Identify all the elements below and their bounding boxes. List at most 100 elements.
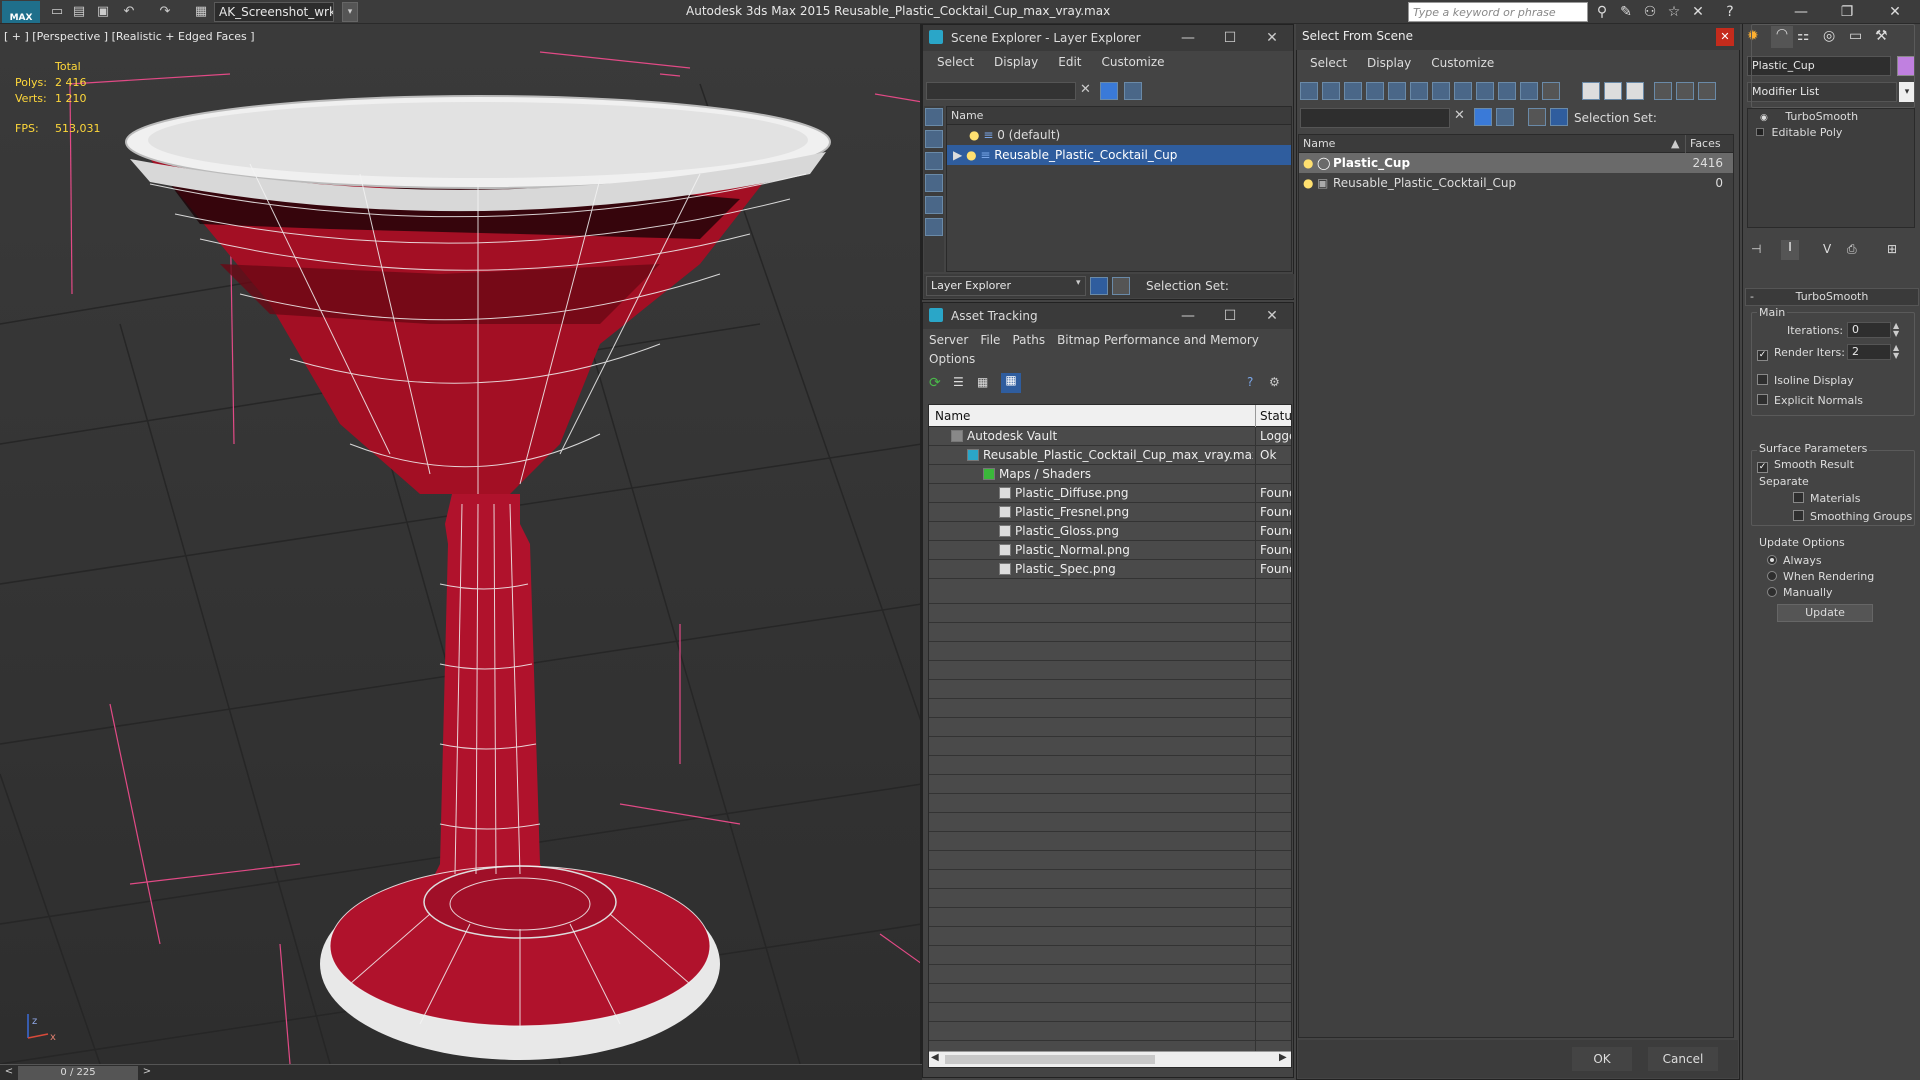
clear-search-icon[interactable]: ✕ (1080, 82, 1094, 100)
layer-mode-icon[interactable] (1528, 108, 1546, 126)
table-row[interactable]: Plastic_Fresnel.png Found (929, 503, 1291, 522)
make-unique-icon[interactable]: V (1823, 242, 1831, 256)
display-cameras-icon[interactable] (925, 218, 943, 236)
render-iters-checkbox[interactable]: ✓ (1757, 350, 1768, 361)
asset-tracking-maximize-button[interactable]: ☐ (1209, 303, 1251, 329)
materials-checkbox[interactable] (1793, 492, 1804, 503)
isoline-display-toggle[interactable]: Isoline Display (1757, 374, 1854, 387)
refresh-icon[interactable]: ⟳ (929, 375, 945, 391)
asset-tracking-title[interactable]: Asset Tracking — ☐ ✕ (923, 303, 1293, 329)
light-bulb-icon[interactable]: ◉ (1760, 113, 1768, 123)
scene-explorer-minimize-button[interactable]: — (1167, 25, 1209, 51)
table-row[interactable]: Maps / Shaders (929, 465, 1291, 484)
show-end-result-icon[interactable]: I (1781, 240, 1799, 260)
binoculars-icon[interactable]: ⚲ (1592, 3, 1612, 21)
table-row[interactable]: Plastic_Diffuse.png Found (929, 484, 1291, 503)
scene-explorer-menu-edit[interactable]: Edit (1058, 51, 1081, 73)
sfs-menu-select[interactable]: Select (1310, 52, 1347, 74)
redo-icon[interactable]: ↷ (156, 3, 174, 21)
sort-ascending-icon[interactable]: ▲ (1671, 135, 1679, 153)
scene-explorer-title[interactable]: Scene Explorer - Layer Explorer — ☐ ✕ (923, 25, 1293, 51)
sfs-column-name[interactable]: Name (1303, 135, 1335, 153)
asset-menu-paths[interactable]: Paths (1012, 329, 1045, 351)
display-helpers-icon[interactable] (1388, 82, 1406, 100)
sfs-menu-display[interactable]: Display (1367, 52, 1411, 74)
display-none-icon[interactable] (925, 108, 943, 126)
help-icon[interactable]: ? (1247, 375, 1263, 391)
display-lights-icon[interactable] (1344, 82, 1362, 100)
manually-radio[interactable] (1767, 587, 1777, 597)
layer-row-cocktail-cup[interactable]: ▶ ● ≡ Reusable_Plastic_Cocktail_Cup (947, 145, 1291, 165)
hierarchy-mode-icon[interactable] (1112, 277, 1130, 295)
iterations-spinner-arrows-icon[interactable]: ▲ ▼ (1893, 322, 1899, 338)
table-row[interactable]: ● ▣ Reusable_Plastic_Cocktail_Cup 0 (1299, 173, 1733, 193)
tools-icon[interactable]: ✎ (1616, 3, 1636, 21)
asset-tracking-minimize-button[interactable]: — (1167, 303, 1209, 329)
smooth-result-toggle[interactable]: ✓ Smooth Result (1757, 458, 1854, 473)
select-from-scene-title-bar[interactable]: Select From Scene ✕ (1296, 24, 1740, 50)
asset-tracking-close-button[interactable]: ✕ (1251, 303, 1293, 329)
display-geometry-icon[interactable] (1300, 82, 1318, 100)
save-file-icon[interactable]: ▣ (94, 3, 112, 21)
explorer-mode-dropdown[interactable]: Layer Explorer (926, 276, 1086, 296)
asset-menu-bitmap[interactable]: Bitmap Performance and Memory (1057, 329, 1259, 351)
asset-table-horizontal-scrollbar[interactable]: ◀ ▶ (929, 1051, 1291, 1067)
light-bulb-icon[interactable]: ● (966, 148, 976, 162)
display-groups-icon[interactable] (1432, 82, 1450, 100)
search-input[interactable]: Type a keyword or phrase (1408, 2, 1588, 22)
select-none-icon[interactable] (1604, 82, 1622, 100)
sfs-find-input[interactable] (1300, 108, 1450, 128)
scene-explorer-find-input[interactable] (926, 82, 1076, 100)
select-from-scene-close-button[interactable]: ✕ (1716, 28, 1734, 46)
table-view-icon[interactable]: ▦ (1001, 373, 1021, 393)
modifier-stack-item-editable-poly[interactable]: Editable Poly (1748, 125, 1914, 141)
scroll-thumb[interactable] (945, 1055, 1155, 1064)
table-row[interactable]: Plastic_Gloss.png Found (929, 522, 1291, 541)
scroll-right-icon[interactable]: ▶ (1279, 1052, 1287, 1063)
display-spacewarps-icon[interactable] (1410, 82, 1428, 100)
expand-arrow-icon[interactable]: ▶ (953, 148, 962, 162)
pin-stack-icon[interactable]: ⊣ (1751, 242, 1761, 256)
display-hidden-icon[interactable] (1542, 82, 1560, 100)
help-icon[interactable]: ? (1720, 3, 1740, 21)
workspace-dropdown-arrow-icon[interactable]: ▾ (342, 2, 358, 22)
filter-icon[interactable] (1474, 108, 1492, 126)
modifier-stack-item-turbosmooth[interactable]: ◉ TurboSmooth (1748, 109, 1914, 125)
light-bulb-icon[interactable]: ● (969, 128, 979, 142)
display-shapes-icon[interactable] (1322, 82, 1340, 100)
display-frozen-icon[interactable] (1520, 82, 1538, 100)
sfs-column-faces[interactable]: Faces (1685, 135, 1721, 153)
remove-modifier-icon[interactable]: ⎙ (1847, 242, 1857, 257)
display-xrefs-icon[interactable] (1454, 82, 1472, 100)
select-all-icon[interactable] (1582, 82, 1600, 100)
display-bones-icon[interactable] (1476, 82, 1494, 100)
render-iters-spinner[interactable]: 2 (1847, 344, 1891, 360)
update-when-rendering-option[interactable]: When Rendering (1767, 570, 1874, 583)
scene-explorer-menu-select[interactable]: Select (937, 51, 974, 73)
display-shapes-icon[interactable] (925, 174, 943, 192)
scene-explorer-column-name[interactable]: Name (947, 107, 1291, 125)
new-file-icon[interactable]: ▭ (48, 3, 66, 21)
display-cameras-icon[interactable] (1366, 82, 1384, 100)
settings-icon[interactable]: ⚙ (1269, 375, 1285, 391)
layer-filter-icon[interactable] (1124, 82, 1142, 100)
cancel-button[interactable]: Cancel (1648, 1047, 1718, 1071)
clear-search-icon[interactable]: ✕ (1454, 108, 1468, 123)
update-always-option[interactable]: Always (1767, 554, 1822, 567)
asset-menu-server[interactable]: Server (929, 329, 968, 351)
configure-sets-icon[interactable]: ⊞ (1887, 242, 1897, 256)
maximize-window-button[interactable]: ❐ (1824, 0, 1870, 24)
minimize-window-button[interactable]: — (1778, 0, 1824, 24)
asset-column-status[interactable]: Status (1255, 405, 1291, 427)
viewport-label[interactable]: [ + ] [Perspective ] [Realistic + Edged … (4, 30, 255, 43)
close-window-button[interactable]: ✕ (1872, 0, 1918, 24)
smooth-result-checkbox[interactable]: ✓ (1757, 462, 1768, 473)
collapse-rollout-icon[interactable]: - (1750, 289, 1754, 305)
sort-icon[interactable] (1676, 82, 1694, 100)
table-row[interactable]: Plastic_Spec.png Found (929, 560, 1291, 579)
thumbnail-view-icon[interactable]: ▦ (977, 375, 993, 391)
display-containers-icon[interactable] (1498, 82, 1516, 100)
favorites-star-icon[interactable]: ☆ (1664, 3, 1684, 21)
explicit-normals-checkbox[interactable] (1757, 394, 1768, 405)
filter-icon[interactable] (1100, 82, 1118, 100)
